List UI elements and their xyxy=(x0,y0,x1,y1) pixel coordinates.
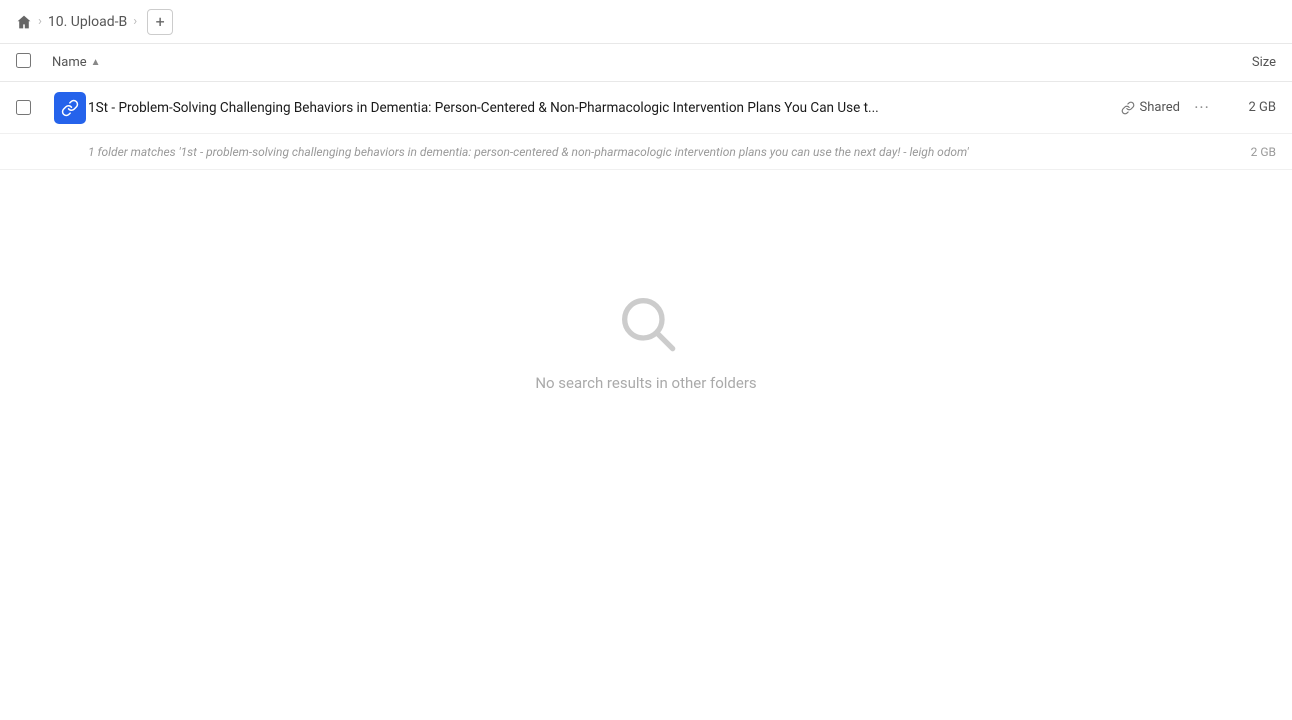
file-row[interactable]: 1St - Problem-Solving Challenging Behavi… xyxy=(0,82,1292,134)
name-label: Name xyxy=(52,55,87,70)
empty-message: No search results in other folders xyxy=(535,374,756,392)
file-actions: Shared ··· xyxy=(1121,94,1216,122)
table-header: Name ▲ Size xyxy=(0,44,1292,82)
shared-label: Shared xyxy=(1140,100,1180,115)
folder-link-icon-box xyxy=(54,92,86,124)
breadcrumb-separator-2: › xyxy=(133,14,137,29)
match-size: 2 GB xyxy=(1216,145,1276,159)
name-column-header[interactable]: Name ▲ xyxy=(52,55,1196,70)
shared-badge: Shared xyxy=(1121,100,1180,115)
breadcrumb: › 10. Upload-B › + xyxy=(0,0,1292,44)
home-button[interactable] xyxy=(16,14,32,30)
select-all-checkbox[interactable] xyxy=(16,53,31,68)
folder-icon xyxy=(52,92,88,124)
breadcrumb-folder[interactable]: 10. Upload-B xyxy=(48,14,127,30)
row-checkbox-container[interactable] xyxy=(16,100,52,115)
add-button[interactable]: + xyxy=(147,9,173,35)
no-results-icon xyxy=(614,290,678,358)
link-icon xyxy=(1121,101,1135,115)
match-text: 1 folder matches '1st - problem-solving … xyxy=(88,145,1216,159)
row-checkbox[interactable] xyxy=(16,100,31,115)
empty-state: No search results in other folders xyxy=(0,170,1292,392)
file-size: 2 GB xyxy=(1216,100,1276,115)
more-options-button[interactable]: ··· xyxy=(1188,94,1216,122)
sort-arrow-icon: ▲ xyxy=(91,57,101,68)
size-column-header: Size xyxy=(1196,55,1276,70)
match-info-row: 1 folder matches '1st - problem-solving … xyxy=(0,134,1292,170)
file-name: 1St - Problem-Solving Challenging Behavi… xyxy=(88,100,1121,116)
header-checkbox[interactable] xyxy=(16,53,52,72)
breadcrumb-separator: › xyxy=(38,14,42,29)
